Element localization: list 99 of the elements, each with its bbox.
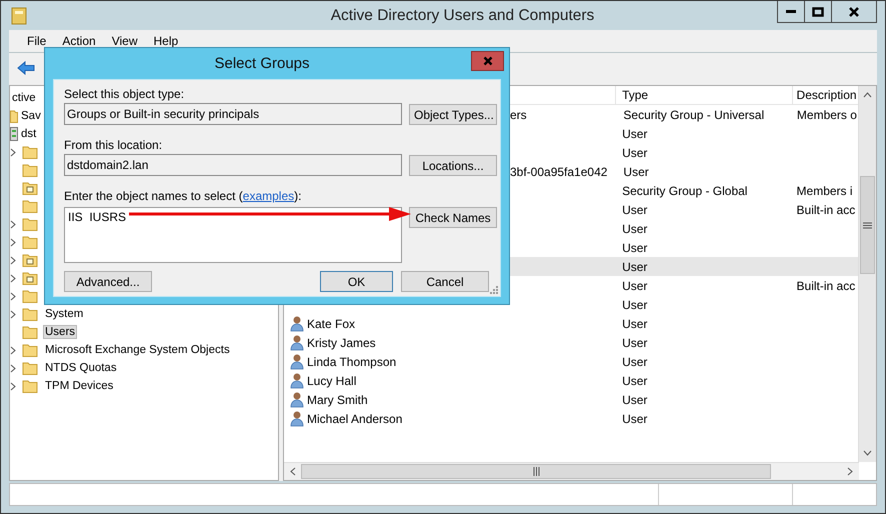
- scrollbar-thumb[interactable]: [860, 176, 875, 274]
- table-cell: User: [622, 126, 648, 140]
- table-cell: Mary Smith: [307, 392, 368, 406]
- scroll-down-icon[interactable]: [863, 450, 872, 456]
- table-cell: User: [622, 260, 648, 274]
- table-cell: User: [622, 222, 648, 236]
- table-cell: User: [622, 202, 648, 216]
- table-cell: User: [622, 240, 648, 254]
- dialog-title: Select Groups: [213, 55, 311, 72]
- tree-item[interactable]: Microsoft Exchange System Objects: [43, 343, 232, 357]
- cancel-button[interactable]: Cancel: [401, 271, 489, 292]
- close-button[interactable]: [831, 1, 877, 23]
- object-types-button[interactable]: Object Types...: [409, 104, 497, 125]
- folder-icon: [22, 216, 38, 232]
- tree-item[interactable]: Users: [43, 325, 78, 339]
- object-names-field[interactable]: IIS IUSRS: [64, 207, 402, 263]
- user-icon: [290, 315, 304, 332]
- maximize-icon: [812, 6, 824, 18]
- column-header[interactable]: Description: [792, 86, 858, 104]
- folder-icon: [22, 342, 38, 358]
- menu-item[interactable]: View: [104, 34, 146, 48]
- user-icon: [290, 353, 304, 370]
- tree-item[interactable]: ctive: [10, 91, 38, 105]
- horizontal-scrollbar[interactable]: [284, 462, 859, 480]
- field-label: Enter the object names to select (examples):: [64, 188, 302, 204]
- tree-item[interactable]: dst: [19, 127, 38, 141]
- menu-item[interactable]: Action: [54, 34, 104, 48]
- table-cell: User: [622, 374, 648, 388]
- examples-link[interactable]: examples: [242, 189, 294, 203]
- check-names-button[interactable]: Check Names: [409, 207, 497, 228]
- folder-icon: [22, 360, 38, 376]
- folder-icon: [10, 109, 18, 123]
- ok-button[interactable]: OK: [320, 271, 393, 292]
- table-cell: User: [622, 354, 648, 368]
- folder-icon: [22, 198, 38, 214]
- table-cell: 3bf-00a95fa1e042: [510, 164, 608, 178]
- folder-icon: [22, 234, 38, 250]
- server-icon: [10, 127, 18, 141]
- user-icon: [290, 372, 304, 389]
- scrollbar-thumb[interactable]: [301, 464, 771, 479]
- folder-icon: [22, 378, 38, 394]
- grip-icon: [532, 467, 540, 476]
- field-label: Select this object type:: [64, 86, 186, 102]
- close-icon: [848, 6, 860, 18]
- folder-icon: [22, 180, 38, 196]
- folder-icon: [22, 324, 38, 340]
- user-icon: [290, 334, 304, 351]
- table-cell: User: [622, 412, 648, 426]
- scroll-left-icon[interactable]: [290, 467, 296, 476]
- grip-icon: [863, 222, 872, 228]
- table-cell: Security Group - Universal: [623, 108, 764, 122]
- app-icon: [11, 6, 27, 24]
- table-cell: User: [622, 278, 648, 292]
- table-cell: Kate Fox: [307, 316, 356, 330]
- folder-icon: [22, 144, 38, 160]
- scroll-up-icon[interactable]: [863, 92, 872, 98]
- object-type-field: Groups or Built-in security principals: [64, 103, 402, 125]
- table-cell: Built-in acc: [796, 278, 856, 292]
- tree-item[interactable]: NTDS Quotas: [43, 361, 119, 375]
- tree-item[interactable]: System: [43, 307, 86, 321]
- folder-icon: [22, 162, 38, 178]
- field-label: From this location:: [64, 137, 164, 153]
- table-cell: User: [622, 298, 648, 312]
- tree-item[interactable]: Sav: [19, 109, 43, 123]
- window-title: Active Directory Users and Computers: [330, 6, 596, 24]
- user-icon: [290, 410, 304, 427]
- table-cell: Lucy Hall: [307, 374, 356, 388]
- table-cell: Security Group - Global: [622, 184, 748, 198]
- table-cell: Members o: [796, 108, 857, 122]
- folder-icon: [22, 270, 38, 286]
- back-arrow-icon: [17, 61, 35, 75]
- folder-icon: [22, 306, 38, 322]
- table-cell: Michael Anderson: [307, 412, 402, 426]
- vertical-scrollbar[interactable]: [858, 86, 876, 462]
- minimize-button[interactable]: [777, 1, 805, 23]
- table-cell: User: [622, 316, 648, 330]
- scroll-right-icon[interactable]: [847, 467, 853, 476]
- table-cell: User: [623, 164, 649, 178]
- locations-button[interactable]: Locations...: [409, 155, 497, 176]
- advanced-button[interactable]: Advanced...: [64, 271, 152, 292]
- close-icon: [482, 56, 492, 66]
- location-field: dstdomain2.lan: [64, 154, 402, 176]
- column-header[interactable]: Type: [616, 86, 793, 104]
- user-icon: [290, 391, 304, 408]
- table-cell: User: [622, 336, 648, 350]
- menu-item[interactable]: Help: [146, 34, 186, 48]
- table-cell: Linda Thompson: [307, 354, 396, 368]
- table-cell: Built-in acc: [796, 202, 856, 216]
- resize-grip-icon[interactable]: [490, 286, 498, 294]
- menu-item[interactable]: File: [19, 34, 54, 48]
- minimize-icon: [786, 10, 796, 13]
- table-cell: ers: [510, 108, 527, 122]
- table-cell: User: [622, 146, 648, 160]
- table-cell: User: [622, 392, 648, 406]
- folder-icon: [22, 252, 38, 268]
- folder-icon: [22, 288, 38, 304]
- tree-item[interactable]: TPM Devices: [43, 379, 116, 393]
- table-cell: Kristy James: [307, 336, 376, 350]
- table-cell: Members i: [796, 184, 853, 198]
